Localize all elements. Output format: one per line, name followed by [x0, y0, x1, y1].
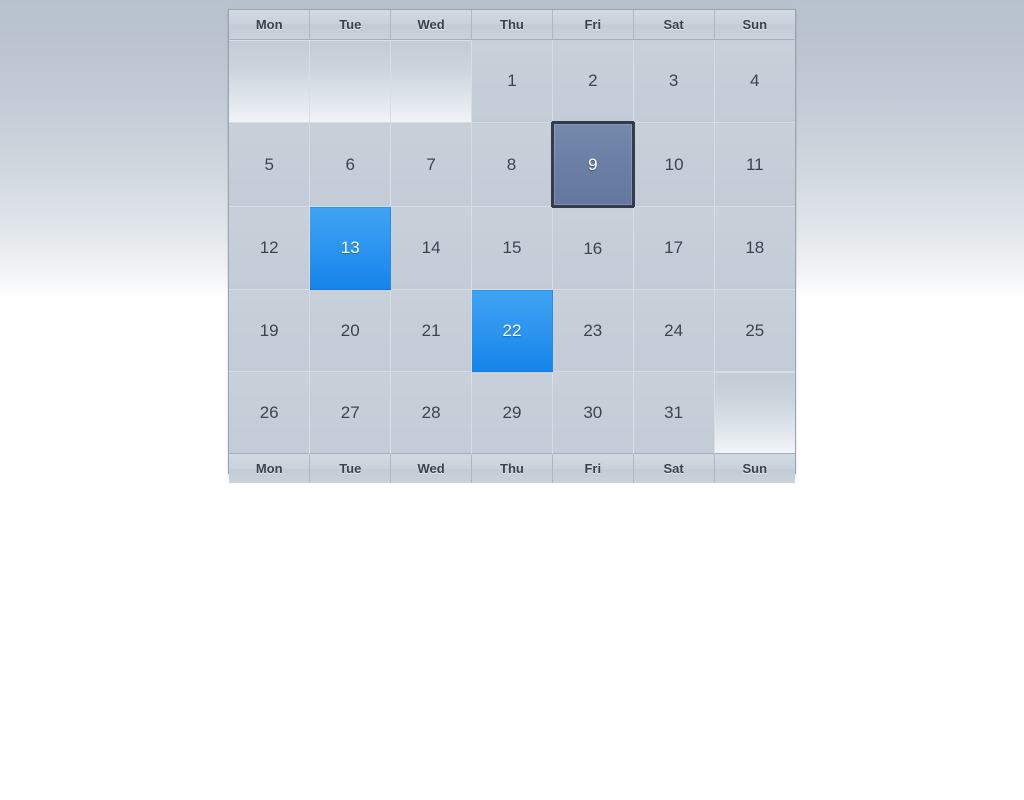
calendar-day-cell-16[interactable]: 16: [552, 206, 634, 290]
calendar-day-cell-empty: [714, 371, 795, 454]
weekday-footer-thu: Thu: [471, 453, 553, 483]
weekday-header-fri: Fri: [552, 10, 634, 40]
calendar-day-cell-19[interactable]: 19: [229, 289, 311, 372]
calendar-day-cell-6[interactable]: 6: [309, 122, 392, 207]
calendar-day-cell-17[interactable]: 17: [633, 206, 715, 290]
weekday-footer-wed: Wed: [390, 453, 473, 483]
weekday-header-sat: Sat: [633, 10, 715, 40]
weekday-header-tue: Tue: [309, 10, 392, 40]
weekday-header-sun: Sun: [714, 10, 795, 40]
calendar-day-cell-13[interactable]: 13: [309, 206, 392, 290]
weekday-footer-sat: Sat: [633, 453, 715, 483]
calendar-grid: Mon Tue Wed Thu Fri Sat Sun 1 2 3 4 5 6 7 8 9 10 11 12 13 1…: [229, 10, 795, 483]
calendar-day-cell-22[interactable]: 22: [471, 289, 553, 372]
calendar-body: 1 2 3 4 5 6 7 8 9 10 11 12 13 14 15 16 17 18 19 20 21 22 23 24 2…: [229, 39, 795, 454]
calendar-day-cell-14[interactable]: 14: [390, 206, 473, 290]
calendar-day-cell-21[interactable]: 21: [390, 289, 473, 372]
calendar-day-cell-11[interactable]: 11: [714, 122, 795, 207]
calendar-day-cell-20[interactable]: 20: [309, 289, 392, 372]
calendar-day-cell-15[interactable]: 15: [471, 206, 553, 290]
calendar-day-cell-23[interactable]: 23: [552, 289, 634, 372]
calendar-week-row: 1234: [229, 39, 795, 123]
calendar-day-cell-4[interactable]: 4: [714, 39, 795, 123]
calendar-week-row: 19 20 21 22 23 24 25: [229, 289, 795, 372]
calendar-day-cell-8[interactable]: 8: [471, 122, 553, 207]
calendar-day-cell-9[interactable]: 9: [550, 121, 635, 208]
weekday-header-wed: Wed: [390, 10, 473, 40]
calendar-week-row: 26 27 28 29 30 31: [229, 371, 795, 454]
calendar-day-cell-26[interactable]: 26: [229, 371, 311, 454]
weekday-header-mon: Mon: [229, 10, 311, 40]
calendar-day-cell-7[interactable]: 7: [390, 122, 473, 207]
calendar-day-cell-empty: [390, 39, 473, 123]
calendar-day-cell-1[interactable]: 1: [471, 39, 553, 123]
calendar-day-cell-18[interactable]: 18: [714, 206, 795, 290]
calendar-header: Mon Tue Wed Thu Fri Sat Sun: [229, 10, 795, 40]
calendar-day-cell-10[interactable]: 10: [633, 122, 715, 207]
calendar-day-cell-27[interactable]: 27: [309, 371, 392, 454]
weekday-footer-row: Mon Tue Wed Thu Fri Sat Sun: [229, 453, 795, 483]
calendar-week-row: 12 13 14 15 16 17 18: [229, 206, 795, 290]
calendar-day-cell-24[interactable]: 24: [633, 289, 715, 372]
calendar-day-cell-28[interactable]: 28: [390, 371, 473, 454]
weekday-footer-fri: Fri: [552, 453, 634, 483]
calendar-day-cell-12[interactable]: 12: [229, 206, 311, 290]
calendar-widget: Mon Tue Wed Thu Fri Sat Sun 1 2 3 4 5 6 7 8 9 10 11 12 13 1…: [228, 9, 796, 483]
weekday-header-thu: Thu: [471, 10, 553, 40]
weekday-header-row: Mon Tue Wed Thu Fri Sat Sun: [229, 10, 795, 40]
weekday-footer-sun: Sun: [714, 453, 795, 483]
calendar-day-cell-empty: [309, 39, 392, 123]
weekday-footer-tue: Tue: [309, 453, 392, 483]
calendar-day-cell-2[interactable]: 2: [552, 39, 634, 123]
calendar-day-cell-5[interactable]: 5: [229, 122, 311, 207]
weekday-footer-mon: Mon: [229, 453, 311, 483]
calendar-day-cell-30[interactable]: 30: [552, 371, 634, 454]
calendar-day-cell-25[interactable]: 25: [714, 289, 795, 372]
calendar-day-cell-3[interactable]: 3: [633, 39, 715, 123]
calendar-day-cell-31[interactable]: 31: [633, 371, 715, 454]
calendar-footer: Mon Tue Wed Thu Fri Sat Sun: [229, 453, 795, 483]
calendar-day-cell-empty: [229, 39, 311, 123]
calendar-week-row: 5 6 7 8 9 10 11: [229, 121, 795, 208]
calendar-day-cell-29[interactable]: 29: [471, 371, 553, 454]
